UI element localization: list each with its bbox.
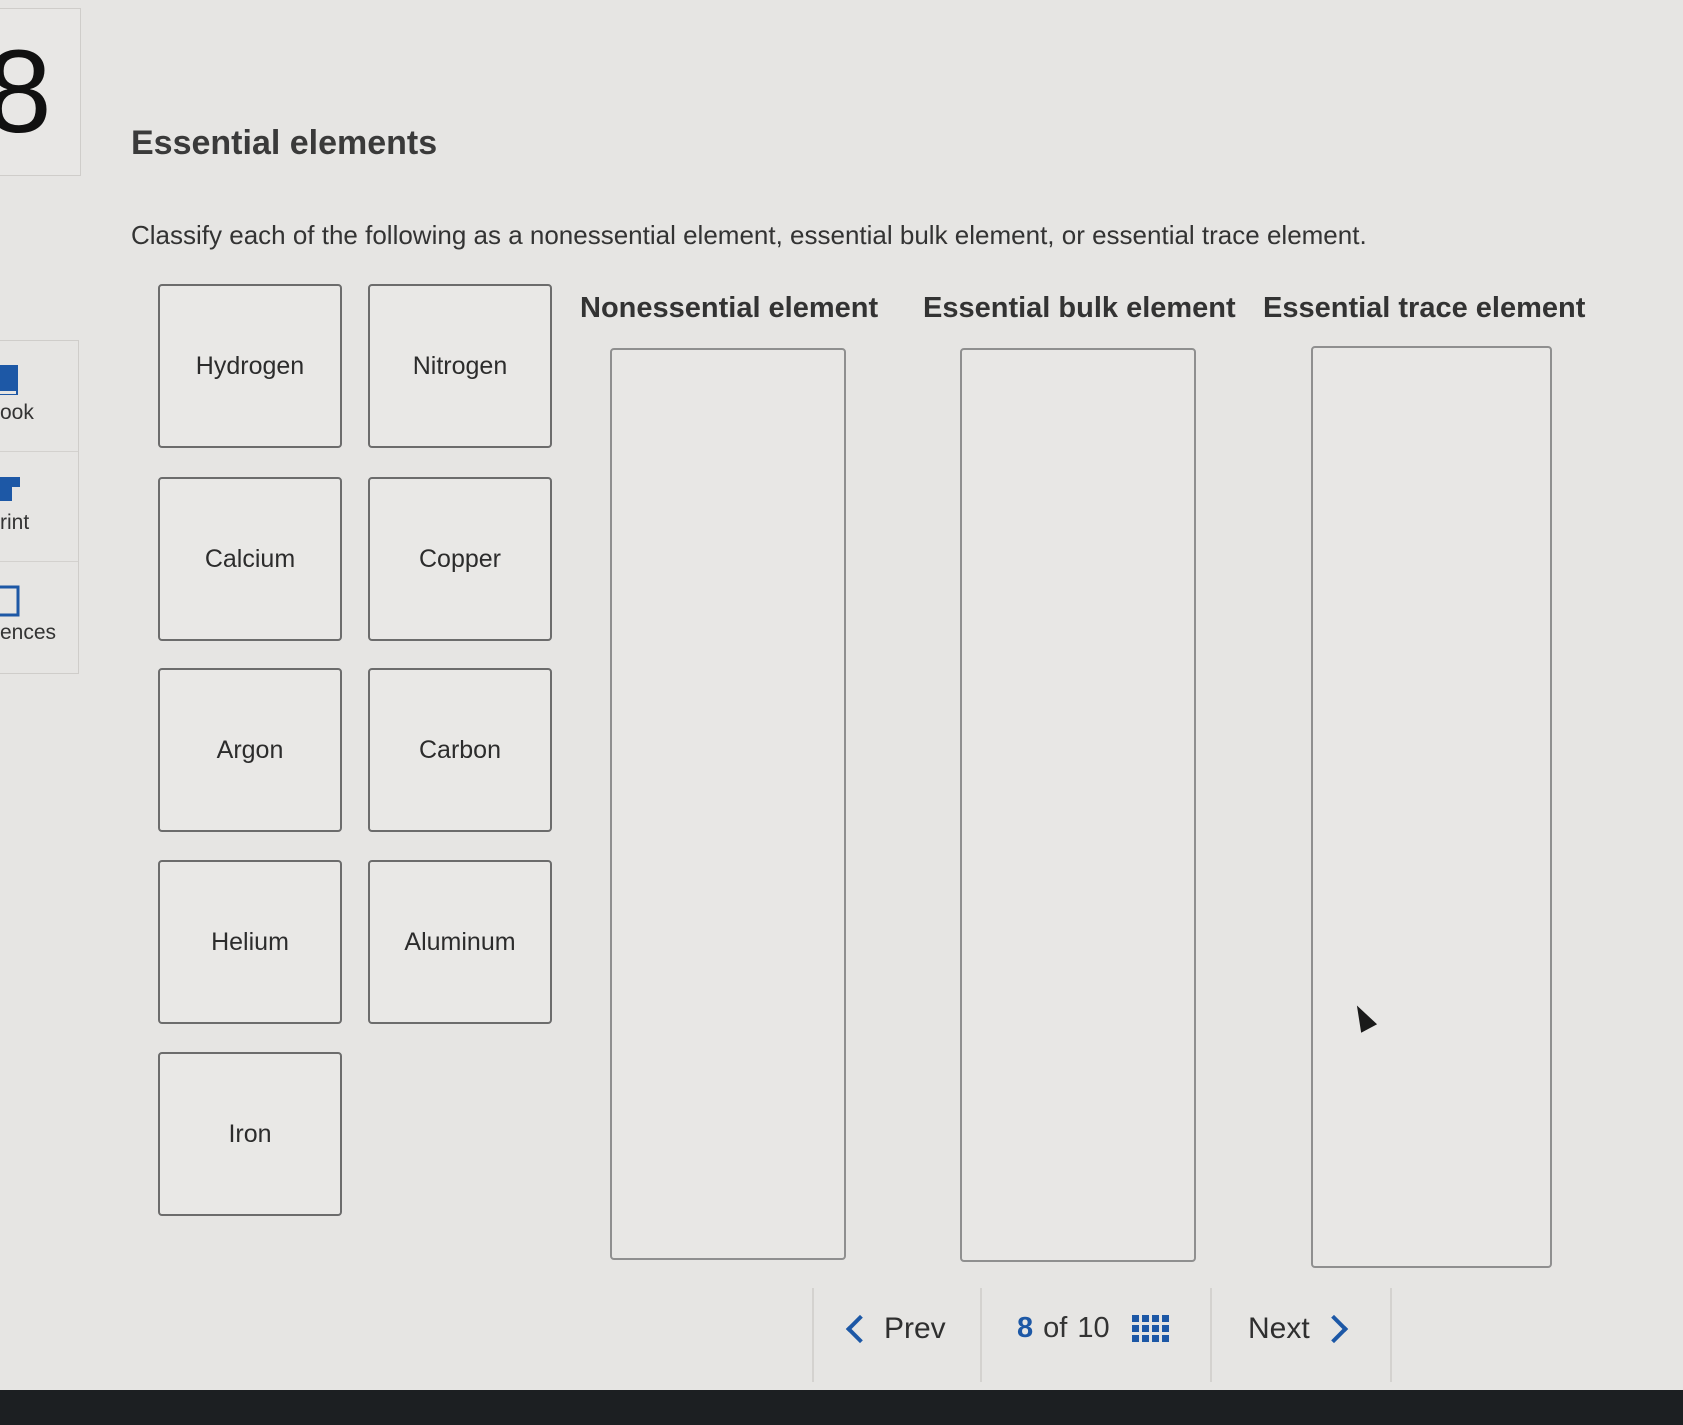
tile-helium[interactable]: Helium [158,860,342,1024]
references-icon [0,585,20,617]
next-label: Next [1248,1312,1310,1345]
of-label: of [1043,1312,1068,1344]
chevron-right-icon [1319,1314,1348,1344]
chevron-left-icon [845,1314,875,1344]
prev-label: Prev [884,1312,946,1345]
tile-iron[interactable]: Iron [158,1052,342,1216]
print-icon [0,477,20,501]
total-pages: 10 [1077,1312,1110,1344]
tile-carbon[interactable]: Carbon [368,668,552,832]
nav-divider [1390,1288,1392,1382]
current-page: 8 [1017,1312,1034,1344]
grid-icon[interactable] [1131,1315,1169,1342]
prev-button[interactable]: Prev [845,1312,946,1346]
dropzone-essential-trace[interactable] [1311,346,1552,1268]
question-number: 8 [0,26,52,158]
tile-nitrogen[interactable]: Nitrogen [368,284,552,448]
dropzone-essential-bulk[interactable] [960,348,1196,1262]
sidebar-item-references[interactable]: ences [0,561,78,671]
nav-divider [812,1288,814,1382]
tile-copper[interactable]: Copper [368,477,552,641]
question-navigation: Prev 8 of 10 Next [812,1288,1392,1382]
category-header-essential-trace: Essential trace element [1263,292,1586,324]
screen-bottom-edge [0,1390,1683,1425]
tile-argon[interactable]: Argon [158,668,342,832]
page-indicator[interactable]: 8 of 10 [1017,1312,1169,1345]
sidebar-item-ebook[interactable]: ook [0,341,78,452]
sidebar-item-label: ences [0,621,57,644]
dropzone-nonessential[interactable] [610,348,846,1260]
category-header-essential-bulk: Essential bulk element [923,292,1236,324]
tile-hydrogen[interactable]: Hydrogen [158,284,342,448]
next-button[interactable]: Next [1248,1312,1348,1346]
sidebar-item-print[interactable]: rint [0,451,78,562]
nav-divider [980,1288,982,1382]
tile-calcium[interactable]: Calcium [158,477,342,641]
question-number-panel: 8 [0,8,81,176]
instructions: Classify each of the following as a none… [131,220,1367,250]
side-toolbar: ook rint ences [0,340,79,674]
sidebar-item-label: rint [0,511,30,534]
category-header-nonessential: Nonessential element [580,292,879,324]
tile-aluminum[interactable]: Aluminum [368,860,552,1024]
page-title: Essential elements [131,124,438,162]
book-icon [0,365,18,395]
nav-divider [1210,1288,1212,1382]
sidebar-item-label: ook [0,401,34,424]
